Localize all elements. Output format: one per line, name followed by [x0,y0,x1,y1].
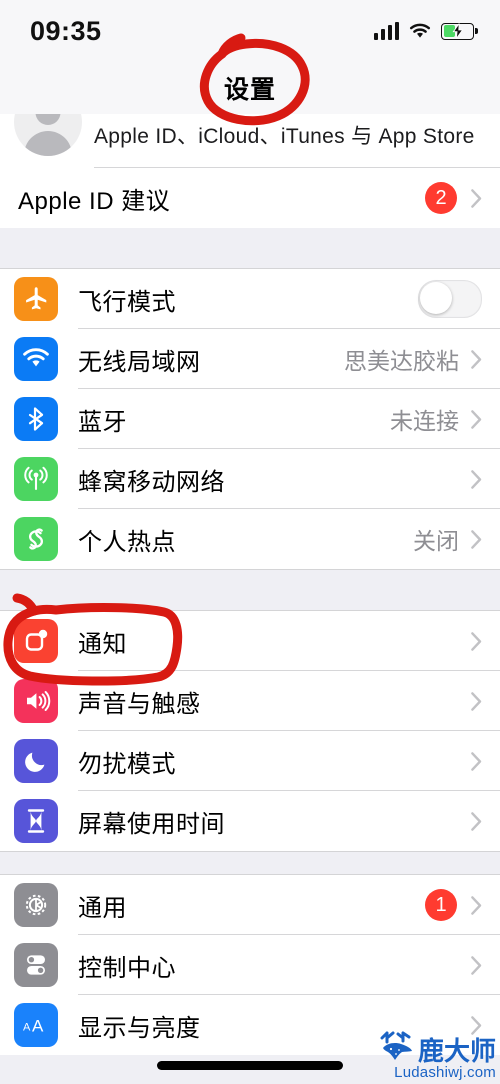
airplane-mode-toggle[interactable] [418,280,482,318]
row-do-not-disturb[interactable]: 勿扰模式 [0,731,500,791]
chevron-right-icon [471,811,482,831]
settings-list[interactable]: Apple ID、iCloud、iTunes 与 App Store Apple… [0,114,500,1055]
status-badge: 2 [425,182,457,214]
control-center-icon [14,943,58,987]
row-label: 控制中心 [78,954,176,982]
chevron-right-icon [471,529,482,549]
hotspot-icon [14,517,58,561]
row-personal-hotspot[interactable]: 个人热点 关闭 [0,509,500,569]
row-label: 通用 [78,894,127,922]
chevron-right-icon [471,409,482,429]
row-label: 个人热点 [78,528,176,556]
gear-icon [14,883,58,927]
group-spacer [0,570,500,610]
chevron-right-icon [471,691,482,711]
status-bar: 09:35 [0,0,500,62]
chevron-right-icon [471,188,482,208]
chevron-right-icon [471,349,482,369]
bluetooth-icon [14,397,58,441]
display-brightness-icon: A A [14,1003,58,1047]
row-notifications[interactable]: 通知 [0,611,500,671]
row-label: 蜂窝移动网络 [78,468,225,496]
battery-charging-icon [441,22,478,40]
notification-icon [14,619,58,663]
chevron-right-icon [471,631,482,651]
svg-text:A: A [32,1017,44,1036]
chevron-right-icon [471,751,482,771]
iphone-settings-screen: 09:35 设置 Apple ID、iCloud、iTunes 与 App St… [0,0,500,1084]
row-label: 蓝牙 [78,408,127,436]
row-label: 屏幕使用时间 [78,810,225,838]
row-cellular[interactable]: 蜂窝移动网络 [0,449,500,509]
row-value: 未连接 [390,408,459,434]
cellular-icon [14,457,58,501]
row-wifi[interactable]: 无线局域网 思美达胶粘 [0,329,500,389]
row-label: 飞行模式 [78,288,176,316]
cellular-signal-icon [373,22,399,40]
row-bluetooth[interactable]: 蓝牙 未连接 [0,389,500,449]
status-bar-indicators [373,22,478,40]
avatar [14,114,82,156]
sound-haptics-icon [14,679,58,723]
apple-id-subtitle: Apple ID、iCloud、iTunes 与 App Store [94,125,475,148]
row-value: 关闭 [413,528,459,554]
airplane-icon [14,277,58,321]
row-label: 通知 [78,630,127,658]
navigation-bar: 设置 [0,62,500,114]
row-label: Apple ID 建议 [18,187,171,215]
apple-id-suggestion-group: Apple ID 建议 2 [0,168,500,228]
page-title: 设置 [223,76,276,104]
home-indicator [157,1061,343,1070]
wifi-icon [409,23,431,38]
apple-id-row[interactable]: Apple ID、iCloud、iTunes 与 App Store [0,114,500,168]
row-apple-id-suggestion[interactable]: Apple ID 建议 2 [0,168,500,228]
row-label: 无线局域网 [78,348,201,376]
deer-logo-icon [380,1031,412,1060]
row-airplane-mode[interactable]: 飞行模式 [0,269,500,329]
row-value: 思美达胶粘 [344,348,459,374]
watermark-url: Ludashiwj.com [394,1064,496,1081]
row-screen-time[interactable]: 屏幕使用时间 [0,791,500,851]
svg-text:A: A [23,1022,31,1034]
screen-time-icon [14,799,58,843]
wifi-icon [14,337,58,381]
chevron-right-icon [471,469,482,489]
watermark-brand: 鹿大师 [417,1036,496,1066]
row-label: 勿扰模式 [78,750,176,778]
row-general[interactable]: 通用 1 [0,875,500,935]
chevron-right-icon [471,955,482,975]
watermark: 鹿大师 Ludashiwj.com [379,1030,496,1080]
group-spacer [0,228,500,268]
row-sounds-haptics[interactable]: 声音与触感 [0,671,500,731]
row-label: 声音与触感 [78,690,201,718]
group-alerts: 通知 声音与触感 勿扰模式 屏幕使用时间 [0,610,500,852]
row-control-center[interactable]: 控制中心 [0,935,500,995]
group-spacer [0,852,500,874]
group-system: 通用 1 控制中心 A A 显示与亮度 [0,874,500,1055]
status-badge: 1 [425,889,457,921]
status-bar-time: 09:35 [30,15,102,46]
chevron-right-icon [471,895,482,915]
do-not-disturb-icon [14,739,58,783]
group-connectivity: 飞行模式 无线局域网 思美达胶粘 蓝牙 未连接 蜂窝移动网络 个人热点 关闭 [0,268,500,570]
